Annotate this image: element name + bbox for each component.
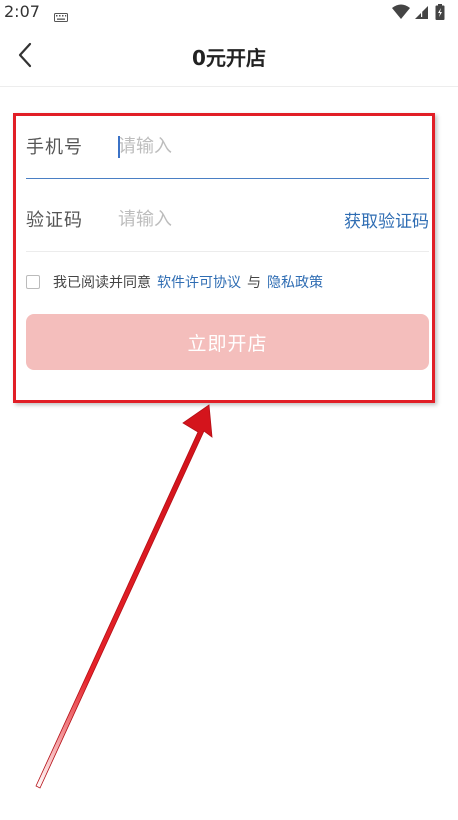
annotation-arrow <box>35 404 213 789</box>
screen: 2:07 0元开店 手机号 请输入 验证码 请输入 获取验证码 我已阅读并同意 … <box>0 0 458 820</box>
